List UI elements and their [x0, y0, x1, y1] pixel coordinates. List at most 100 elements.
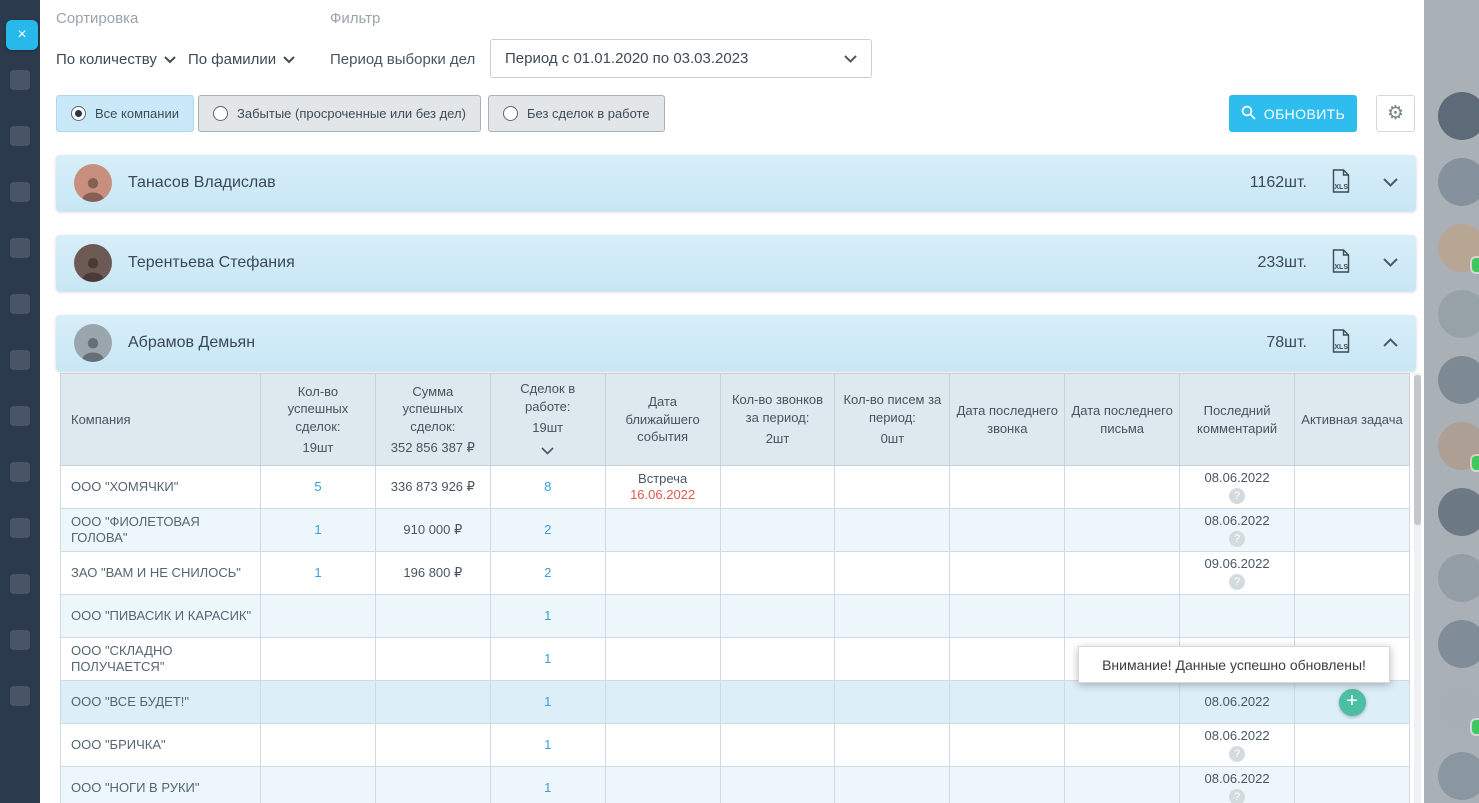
in-work-cell[interactable]: 1: [490, 595, 605, 638]
sidebar-app-icon[interactable]: [10, 574, 30, 594]
chevron-down-icon[interactable]: [1383, 254, 1398, 272]
in-work-cell[interactable]: 1: [490, 724, 605, 767]
chevron-down-icon: [844, 50, 857, 67]
filter-section-label: Фильтр: [330, 10, 380, 27]
add-task-button[interactable]: +: [1339, 689, 1366, 716]
success-sum-cell: [375, 681, 490, 724]
chevron-down-icon[interactable]: [1383, 174, 1398, 192]
radio-unselected-icon: [213, 106, 228, 121]
sidebar-app-icon[interactable]: [10, 350, 30, 370]
chat-avatar[interactable]: [1438, 752, 1479, 800]
sort-by-surname-dropdown[interactable]: По фамилии: [188, 51, 295, 68]
last-mail-cell: [1065, 509, 1180, 552]
col-header-in-work[interactable]: Сделок в работе:19шт: [490, 374, 605, 466]
avatar: [74, 324, 112, 362]
next-event-cell: [605, 681, 720, 724]
scrollbar-thumb[interactable]: [1414, 375, 1421, 525]
in-work-cell[interactable]: 1: [490, 638, 605, 681]
help-icon[interactable]: ?: [1229, 574, 1245, 590]
sidebar-app-icon[interactable]: [10, 182, 30, 202]
last-call-cell: [950, 767, 1065, 803]
manager-row-abramov[interactable]: Абрамов Демьян 78шт. XLS: [56, 315, 1416, 371]
chat-avatar[interactable]: [1438, 224, 1479, 272]
next-event-cell: [605, 595, 720, 638]
calls-cell: [720, 595, 835, 638]
last-comment-cell: 08.06.2022 ?: [1180, 724, 1295, 767]
sidebar-app-icon[interactable]: [10, 462, 30, 482]
col-header-company[interactable]: Компания: [61, 374, 261, 466]
in-work-cell[interactable]: 8: [490, 466, 605, 509]
col-header-last-call[interactable]: Дата последнего звонка: [950, 374, 1065, 466]
sort-by-count-dropdown[interactable]: По количеству: [56, 51, 176, 68]
table-row: ООО "ФИОЛЕТОВАЯ ГОЛОВА" 1 910 000 ₽ 2 08…: [61, 509, 1410, 552]
col-header-next-event[interactable]: Дата ближайшего события: [605, 374, 720, 466]
chat-avatar[interactable]: [1438, 356, 1479, 404]
sidebar-app-icon[interactable]: [10, 630, 30, 650]
sidebar-app-icon[interactable]: [10, 518, 30, 538]
chevron-up-icon[interactable]: [1383, 334, 1398, 352]
refresh-button[interactable]: ОБНОВИТЬ: [1229, 95, 1357, 132]
col-header-success-sum[interactable]: Сумма успешных сделок:352 856 387 ₽: [375, 374, 490, 466]
radio-forgotten[interactable]: Забытые (просроченные или без дел): [198, 95, 481, 132]
radio-all-companies-label: Все компании: [95, 106, 179, 121]
sort-by-surname-label: По фамилии: [188, 51, 276, 68]
help-icon[interactable]: ?: [1229, 789, 1245, 803]
chat-avatar[interactable]: [1438, 422, 1479, 470]
period-select-value: Период с 01.01.2020 по 03.03.2023: [505, 50, 748, 67]
calls-cell: [720, 552, 835, 595]
col-header-last-comment[interactable]: Последний комментарий: [1180, 374, 1295, 466]
radio-no-active-deals[interactable]: Без сделок в работе: [488, 95, 665, 132]
sidebar-app-icon[interactable]: [10, 70, 30, 90]
in-work-cell[interactable]: 1: [490, 767, 605, 803]
task-cell: +: [1295, 681, 1410, 724]
table-row: ООО "БРИЧКА" 1 08.06.2022 ?: [61, 724, 1410, 767]
col-header-success-count[interactable]: Кол-во успешных сделок:19шт: [261, 374, 376, 466]
next-event-cell: [605, 552, 720, 595]
table-scrollbar[interactable]: [1414, 373, 1421, 803]
sort-chevron-icon[interactable]: [496, 442, 600, 460]
chat-avatar[interactable]: [1438, 92, 1479, 140]
chat-avatar[interactable]: [1438, 686, 1479, 734]
sidebar-app-icon[interactable]: [10, 126, 30, 146]
success-count-cell[interactable]: 1: [261, 552, 376, 595]
close-widget-button[interactable]: ×: [6, 20, 38, 50]
success-count-cell[interactable]: 1: [261, 509, 376, 552]
sidebar-app-icon[interactable]: [10, 238, 30, 258]
mails-cell: [835, 552, 950, 595]
sidebar-app-icon[interactable]: [10, 406, 30, 426]
col-header-active-task[interactable]: Активная задача: [1295, 374, 1410, 466]
help-icon[interactable]: ?: [1229, 488, 1245, 504]
refresh-button-label: ОБНОВИТЬ: [1264, 106, 1345, 122]
in-work-cell[interactable]: 2: [490, 552, 605, 595]
settings-button[interactable]: ⚙: [1376, 95, 1415, 132]
export-xls-icon[interactable]: XLS: [1331, 329, 1351, 358]
period-select[interactable]: Период с 01.01.2020 по 03.03.2023: [490, 39, 872, 78]
company-cell: ООО "БРИЧКА": [61, 724, 261, 767]
chat-avatar[interactable]: [1438, 488, 1479, 536]
task-cell: [1295, 595, 1410, 638]
chat-avatar[interactable]: [1438, 290, 1479, 338]
in-work-cell[interactable]: 2: [490, 509, 605, 552]
last-mail-cell: [1065, 767, 1180, 803]
manager-row-terenteva[interactable]: Терентьева Стефания 233шт. XLS: [56, 235, 1416, 291]
help-icon[interactable]: ?: [1229, 746, 1245, 762]
col-header-calls[interactable]: Кол-во звонков за период:2шт: [720, 374, 835, 466]
help-icon[interactable]: ?: [1229, 531, 1245, 547]
in-work-cell[interactable]: 1: [490, 681, 605, 724]
chat-avatar[interactable]: [1438, 158, 1479, 206]
col-header-last-mail[interactable]: Дата последнего письма: [1065, 374, 1180, 466]
success-count-cell[interactable]: 5: [261, 466, 376, 509]
export-xls-icon[interactable]: XLS: [1331, 249, 1351, 278]
companies-table: Компания Кол-во успешных сделок:19шт Сум…: [60, 373, 1410, 803]
radio-no-active-deals-label: Без сделок в работе: [527, 106, 650, 121]
manager-row-tanasov[interactable]: Танасов Владислав 1162шт. XLS: [56, 155, 1416, 211]
radio-all-companies[interactable]: Все компании: [56, 95, 194, 132]
success-sum-cell: [375, 638, 490, 681]
sidebar-app-icon[interactable]: [10, 294, 30, 314]
chat-avatar[interactable]: [1438, 554, 1479, 602]
export-xls-icon[interactable]: XLS: [1331, 169, 1351, 198]
sidebar-app-icon[interactable]: [10, 686, 30, 706]
mails-cell: [835, 638, 950, 681]
chat-avatar[interactable]: [1438, 620, 1479, 668]
col-header-mails[interactable]: Кол-во писем за период:0шт: [835, 374, 950, 466]
